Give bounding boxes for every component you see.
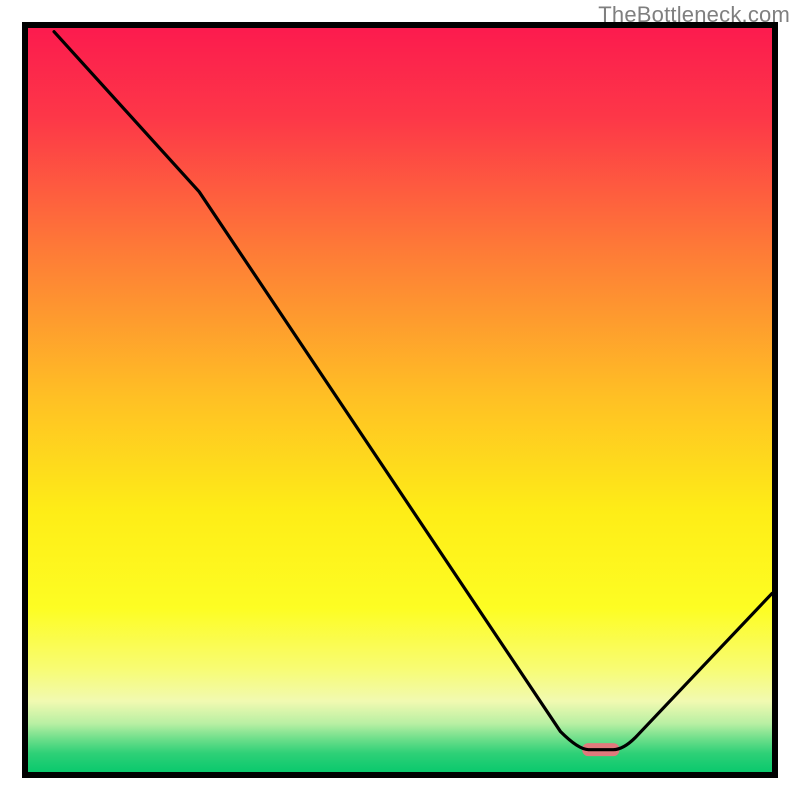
bottleneck-chart (0, 0, 800, 800)
watermark-text: TheBottleneck.com (598, 2, 790, 28)
chart-container: TheBottleneck.com (0, 0, 800, 800)
plot-background (28, 28, 772, 772)
